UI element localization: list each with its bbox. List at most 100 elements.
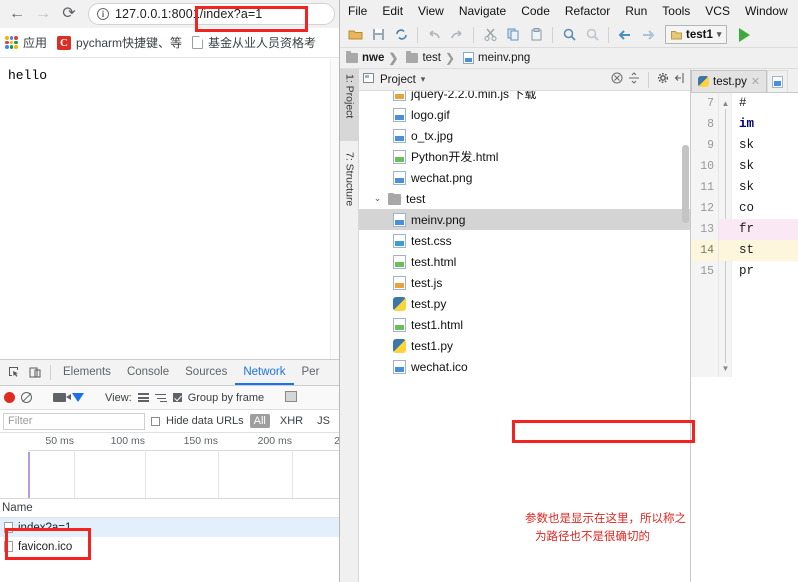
breadcrumb-test[interactable]: test ❯ [406, 51, 461, 65]
tree-scrollbar[interactable] [681, 115, 690, 315]
find-replace-icon[interactable] [582, 25, 602, 45]
editor-tab-test-py[interactable]: test.py ✕ [691, 70, 768, 92]
page-scrollbar[interactable] [330, 59, 339, 359]
menu-navigate[interactable]: Navigate [459, 4, 506, 18]
copy-icon[interactable] [503, 25, 523, 45]
tab-elements[interactable]: Elements [55, 360, 119, 385]
code-editor[interactable]: 7 8 9 10 11 12 13 14 15 ▲ ▼ # im sk sk s… [691, 93, 798, 377]
forward-icon[interactable]: → [30, 1, 56, 27]
menu-code[interactable]: Code [521, 4, 550, 18]
tree-node-folder-test[interactable]: ⌄ test [359, 188, 690, 209]
bookmark-fund-exam[interactable]: 基金从业人员资格考 [192, 34, 316, 51]
preserve-log-icon[interactable] [285, 390, 298, 405]
tree-node-label: wechat.png [411, 170, 473, 185]
tree-node[interactable]: H test1.html [359, 314, 690, 335]
menu-window[interactable]: Window [745, 4, 788, 18]
python-file-icon [393, 338, 406, 353]
divider [473, 26, 474, 43]
editor-tab-next[interactable] [767, 70, 789, 92]
request-row-favicon[interactable]: favicon.ico [0, 537, 339, 556]
tree-node[interactable]: JS jquery-2.2.0.min.js 下载 [359, 91, 690, 104]
sync-icon[interactable] [391, 25, 411, 45]
menu-tools[interactable]: Tools [662, 4, 690, 18]
timeline-gridlines [0, 450, 339, 498]
breadcrumb-nwe[interactable]: nwe ❯ [346, 51, 404, 65]
bookmark-apps[interactable]: 应用 [5, 34, 47, 51]
line-number: 7 [707, 97, 714, 110]
reload-icon[interactable]: ⟳ [56, 1, 82, 27]
chevron-down-icon[interactable]: ▾ [421, 74, 426, 85]
cut-icon[interactable] [480, 25, 500, 45]
filter-input[interactable]: Filter [3, 412, 145, 430]
expand-collapse-icon[interactable] [628, 72, 640, 87]
divider [417, 26, 418, 43]
capture-screenshots-icon[interactable] [53, 393, 71, 402]
inspect-element-icon[interactable] [2, 360, 24, 385]
menu-edit[interactable]: Edit [382, 4, 403, 18]
toggle-device-toolbar-icon[interactable] [24, 360, 46, 385]
tree-node[interactable]: o_tx.jpg [359, 125, 690, 146]
record-icon[interactable] [4, 392, 15, 403]
filter-icon[interactable] [72, 393, 84, 402]
timeline-tick: 50 ms [45, 435, 74, 447]
fold-region-end-icon[interactable]: ▼ [721, 364, 730, 373]
tab-performance[interactable]: Per [294, 360, 328, 385]
sidebar-tab-project[interactable]: 1: Project [340, 69, 359, 141]
tree-node-label: test1.py [411, 338, 454, 353]
collapse-all-icon[interactable] [611, 72, 623, 87]
menu-file[interactable]: File [348, 4, 367, 18]
save-all-icon[interactable] [368, 25, 388, 45]
waterfall-view-icon[interactable] [154, 393, 167, 403]
list-view-icon[interactable] [137, 393, 149, 402]
tree-node[interactable]: CSS test.css [359, 230, 690, 251]
address-bar[interactable]: i 127.0.0.1:8001/index?a=1 [88, 3, 335, 25]
run-configuration-selector[interactable]: test1 ▾ [665, 25, 728, 44]
menu-vcs[interactable]: VCS [705, 4, 730, 18]
code-line: pr [719, 261, 798, 282]
menu-view[interactable]: View [418, 4, 444, 18]
tree-node[interactable]: logo.gif [359, 104, 690, 125]
tab-console[interactable]: Console [119, 360, 177, 385]
code-lines[interactable]: ▲ ▼ # im sk sk sk co fr st pr [719, 93, 798, 377]
hide-data-urls-checkbox[interactable] [151, 416, 160, 426]
breadcrumb-label: nwe [362, 52, 385, 64]
site-info-icon[interactable]: i [97, 8, 109, 20]
request-row-index[interactable]: index?a=1 [0, 518, 339, 537]
menu-run[interactable]: Run [625, 4, 647, 18]
tree-node[interactable]: test.py [359, 293, 690, 314]
group-by-frame-checkbox[interactable] [172, 393, 182, 402]
type-filter-js[interactable]: JS [313, 414, 334, 428]
undo-icon[interactable] [424, 25, 444, 45]
hide-panel-icon[interactable] [674, 72, 686, 87]
close-icon[interactable]: ✕ [751, 75, 760, 88]
bookmark-pycharm-shortcuts[interactable]: C pycharm快捷键、等 [57, 34, 182, 51]
type-filter-xhr[interactable]: XHR [276, 414, 307, 428]
redo-icon[interactable] [447, 25, 467, 45]
navigate-back-icon[interactable] [615, 25, 635, 45]
menu-refactor[interactable]: Refactor [565, 4, 610, 18]
tree-node-selected[interactable]: meinv.png [359, 209, 690, 230]
clear-icon[interactable] [21, 392, 32, 403]
breadcrumb-meinv-png[interactable]: meinv.png [463, 52, 536, 64]
find-icon[interactable] [559, 25, 579, 45]
tab-sources[interactable]: Sources [177, 360, 235, 385]
type-filter-all[interactable]: All [249, 414, 270, 428]
folder-icon [406, 51, 419, 63]
sidebar-tab-structure[interactable]: 7: Structure [340, 147, 359, 239]
back-icon[interactable]: ← [4, 1, 30, 27]
tree-node[interactable]: H test.html [359, 251, 690, 272]
open-project-icon[interactable] [345, 25, 365, 45]
paste-icon[interactable] [526, 25, 546, 45]
tree-node[interactable]: JS test.js [359, 272, 690, 293]
chevron-down-icon[interactable]: ⌄ [372, 193, 383, 204]
bookmark-label: 应用 [23, 36, 48, 50]
tree-node[interactable]: test1.py [359, 335, 690, 356]
gear-icon[interactable] [657, 72, 669, 87]
tree-node[interactable]: wechat.png [359, 167, 690, 188]
code-text: sk [739, 159, 755, 173]
tab-network[interactable]: Network [235, 360, 294, 385]
tree-node[interactable]: wechat.ico [359, 356, 690, 377]
tree-node[interactable]: H Python开发.html [359, 146, 690, 167]
navigate-forward-icon[interactable] [638, 25, 658, 45]
run-button[interactable] [734, 25, 754, 45]
